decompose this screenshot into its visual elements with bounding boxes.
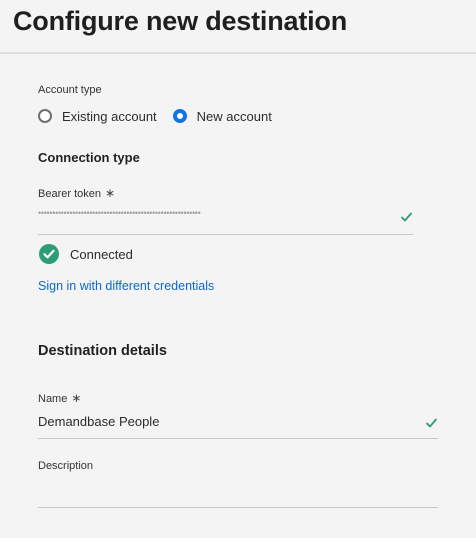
bearer-token-label-text: Bearer token xyxy=(38,188,101,200)
radio-new-account[interactable]: New account xyxy=(172,109,272,124)
connection-status: Connected xyxy=(39,244,133,264)
connection-status-text: Connected xyxy=(70,246,133,262)
radio-new-account-label[interactable]: New account xyxy=(197,109,272,124)
destination-details-heading: Destination details xyxy=(38,343,167,359)
bearer-token-underline xyxy=(38,234,413,235)
page-title: Configure new destination xyxy=(13,6,348,36)
description-underline xyxy=(38,507,438,508)
check-circle-icon xyxy=(39,244,59,264)
radio-existing-account-label[interactable]: Existing account xyxy=(62,109,157,124)
name-label-text: Name xyxy=(38,393,68,405)
description-label: Description xyxy=(38,460,94,472)
sign-in-different-credentials-link[interactable]: Sign in with different credentials xyxy=(38,279,214,293)
radio-unselected-icon[interactable] xyxy=(38,109,52,123)
bearer-token-input[interactable]: ••••••••••••••••••••••••••••••••••••••••… xyxy=(38,208,201,218)
checkmark-icon xyxy=(426,418,437,428)
description-input[interactable] xyxy=(38,483,438,501)
radio-selected-icon[interactable] xyxy=(172,109,187,123)
required-asterisk: ∗ xyxy=(104,186,116,200)
connection-type-heading: Connection type xyxy=(38,150,140,165)
radio-existing-account[interactable]: Existing account xyxy=(38,109,157,124)
name-underline xyxy=(38,438,438,439)
title-divider xyxy=(0,52,476,54)
account-type-label: Account type xyxy=(38,84,102,96)
account-type-radio-group: Existing account New account xyxy=(38,107,288,125)
name-label: Name ∗ xyxy=(38,391,81,405)
name-input[interactable]: Demandbase People xyxy=(38,414,159,429)
checkmark-icon xyxy=(401,212,412,222)
bearer-token-label: Bearer token ∗ xyxy=(38,186,115,200)
required-asterisk: ∗ xyxy=(71,391,82,405)
